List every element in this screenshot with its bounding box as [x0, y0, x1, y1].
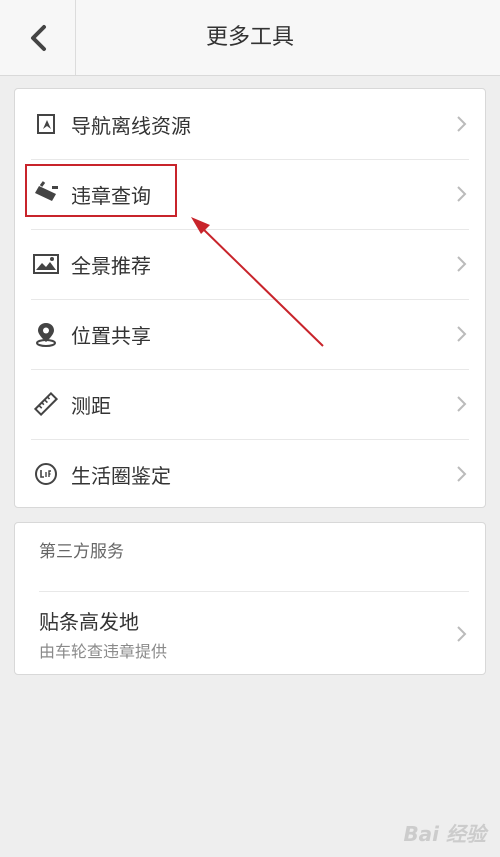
- life-circle-icon: [31, 459, 61, 489]
- service-row-ticket-hotspots[interactable]: 贴条高发地 由车轮查违章提供: [15, 592, 485, 676]
- section-title: 第三方服务: [39, 542, 124, 562]
- location-share-icon: [31, 319, 61, 349]
- top-bar: 更多工具: [0, 0, 500, 76]
- tool-row-location-share[interactable]: 位置共享: [15, 299, 485, 369]
- tool-row-life-circle[interactable]: 生活圈鉴定: [15, 439, 485, 509]
- offline-map-icon: [31, 109, 61, 139]
- panorama-icon: [31, 249, 61, 279]
- chevron-right-icon: [457, 256, 467, 272]
- chevron-right-icon: [457, 396, 467, 412]
- page-title: 更多工具: [205, 25, 294, 50]
- chevron-right-icon: [457, 466, 467, 482]
- tool-label: 导航离线资源: [71, 113, 191, 138]
- chevron-right-icon: [457, 116, 467, 132]
- back-button[interactable]: [0, 0, 76, 75]
- service-title: 贴条高发地: [39, 610, 139, 634]
- tool-row-distance-measure[interactable]: 测距: [15, 369, 485, 439]
- watermark: Bai 经验: [403, 822, 486, 846]
- tools-card: 导航离线资源 违章查询 全景推荐 位置共享 测距 生活圈鉴定: [14, 88, 486, 508]
- third-party-card: 第三方服务 贴条高发地 由车轮查违章提供: [14, 522, 486, 675]
- highlight-box: [25, 164, 177, 217]
- tool-label: 全景推荐: [71, 253, 151, 278]
- ruler-icon: [31, 389, 61, 419]
- back-arrow-icon: [30, 24, 46, 51]
- tool-label: 位置共享: [71, 323, 151, 348]
- chevron-right-icon: [457, 626, 467, 642]
- chevron-right-icon: [457, 326, 467, 342]
- tool-label: 生活圈鉴定: [71, 463, 171, 488]
- service-subtitle: 由车轮查违章提供: [39, 642, 168, 661]
- tool-row-panorama[interactable]: 全景推荐: [15, 229, 485, 299]
- chevron-right-icon: [457, 186, 467, 202]
- tool-row-offline-navigation[interactable]: 导航离线资源: [15, 89, 485, 159]
- tool-label: 测距: [71, 393, 111, 418]
